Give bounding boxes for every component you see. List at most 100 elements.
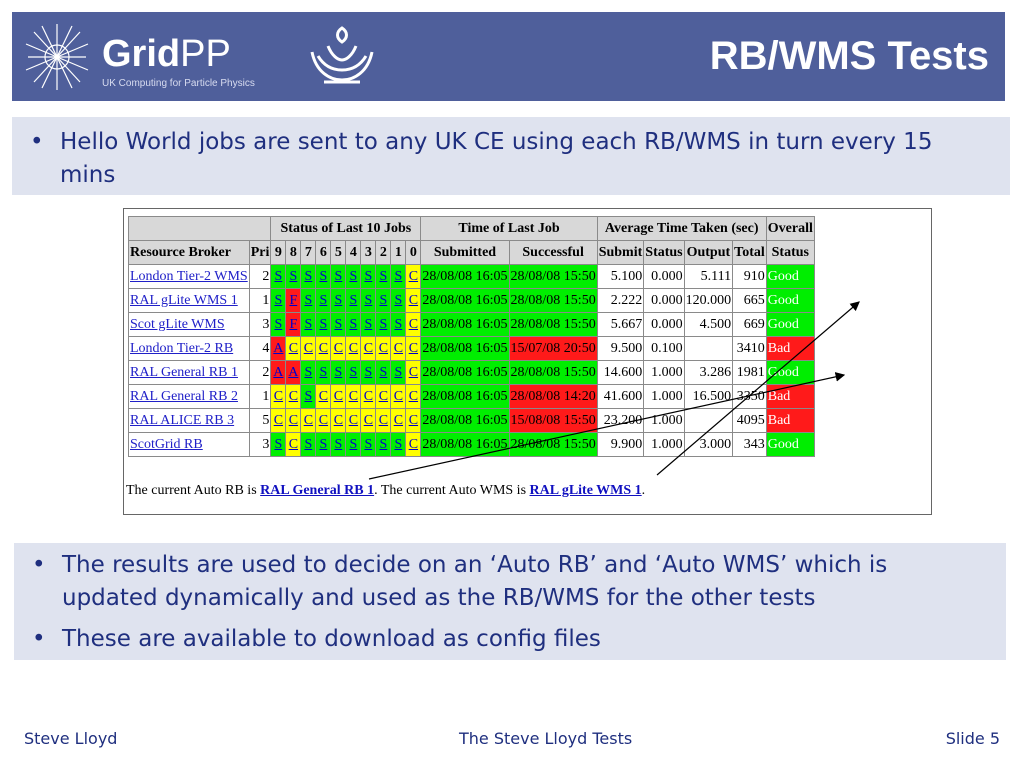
job-status-cell-text[interactable]: S	[379, 437, 387, 452]
job-status-cell-text[interactable]: S	[349, 293, 357, 308]
job-status-cell[interactable]: C	[345, 408, 362, 433]
job-status-cell[interactable]: C	[405, 360, 422, 385]
job-status-cell-text[interactable]: S	[289, 269, 297, 284]
job-status-cell[interactable]: S	[270, 288, 287, 313]
job-status-cell[interactable]: C	[360, 336, 377, 361]
job-status-cell-text[interactable]: S	[304, 317, 312, 332]
job-status-cell-text[interactable]: C	[409, 413, 418, 428]
job-status-cell-text[interactable]: S	[319, 317, 327, 332]
job-status-cell-text[interactable]: C	[364, 341, 373, 356]
job-status-cell-text[interactable]: S	[274, 317, 282, 332]
resource-broker-link[interactable]: Scot gLite WMS	[128, 312, 250, 337]
job-status-cell-text[interactable]: S	[304, 365, 312, 380]
resource-broker-link[interactable]: London Tier-2 RB	[128, 336, 250, 361]
job-status-cell-text[interactable]: C	[409, 389, 418, 404]
job-status-cell[interactable]: S	[270, 432, 287, 457]
job-status-cell[interactable]: S	[330, 312, 347, 337]
job-status-cell[interactable]: S	[390, 360, 407, 385]
job-status-cell-text[interactable]: C	[349, 413, 358, 428]
job-status-cell[interactable]: S	[270, 264, 287, 289]
job-status-cell[interactable]: C	[315, 336, 332, 361]
job-status-cell[interactable]: S	[345, 312, 362, 337]
job-status-cell[interactable]: S	[360, 432, 377, 457]
job-status-cell-text[interactable]: S	[334, 365, 342, 380]
job-status-cell[interactable]: S	[375, 264, 392, 289]
job-status-cell-text[interactable]: S	[364, 269, 372, 284]
job-status-cell-text[interactable]: S	[334, 317, 342, 332]
job-status-cell-text[interactable]: S	[394, 365, 402, 380]
job-status-cell-text[interactable]: S	[349, 437, 357, 452]
job-status-cell[interactable]: C	[390, 336, 407, 361]
job-status-cell[interactable]: S	[315, 264, 332, 289]
job-status-cell-text[interactable]: C	[274, 389, 283, 404]
job-status-cell[interactable]: A	[270, 360, 287, 385]
resource-broker-link-text[interactable]: Scot gLite WMS	[130, 317, 225, 332]
job-status-cell[interactable]: S	[270, 312, 287, 337]
resource-broker-link-text[interactable]: RAL gLite WMS 1	[130, 293, 238, 308]
auto-wms-link[interactable]: RAL gLite WMS 1	[530, 483, 642, 498]
job-status-cell[interactable]: A	[270, 336, 287, 361]
job-status-cell[interactable]: S	[300, 432, 317, 457]
job-status-cell[interactable]: S	[315, 360, 332, 385]
job-status-cell-text[interactable]: S	[364, 293, 372, 308]
job-status-cell-text[interactable]: C	[409, 293, 418, 308]
job-status-cell-text[interactable]: S	[394, 269, 402, 284]
job-status-cell[interactable]: S	[390, 264, 407, 289]
job-status-cell[interactable]: C	[285, 384, 302, 409]
job-status-cell-text[interactable]: S	[394, 317, 402, 332]
job-status-cell-text[interactable]: C	[304, 341, 313, 356]
job-status-cell[interactable]: C	[405, 264, 422, 289]
job-status-cell[interactable]: C	[345, 336, 362, 361]
job-status-cell[interactable]: C	[360, 384, 377, 409]
resource-broker-link[interactable]: RAL General RB 1	[128, 360, 250, 385]
job-status-cell[interactable]: C	[285, 336, 302, 361]
job-status-cell-text[interactable]: C	[349, 341, 358, 356]
job-status-cell[interactable]: C	[405, 288, 422, 313]
job-status-cell[interactable]: C	[270, 384, 287, 409]
resource-broker-link[interactable]: RAL ALICE RB 3	[128, 408, 250, 433]
job-status-cell-text[interactable]: C	[289, 341, 298, 356]
job-status-cell[interactable]: S	[300, 288, 317, 313]
job-status-cell-text[interactable]: C	[334, 389, 343, 404]
job-status-cell-text[interactable]: S	[379, 317, 387, 332]
job-status-cell-text[interactable]: S	[304, 389, 312, 404]
job-status-cell-text[interactable]: C	[379, 341, 388, 356]
job-status-cell-text[interactable]: S	[319, 365, 327, 380]
job-status-cell[interactable]: S	[375, 360, 392, 385]
job-status-cell[interactable]: S	[300, 264, 317, 289]
job-status-cell[interactable]: C	[360, 408, 377, 433]
resource-broker-link[interactable]: RAL General RB 2	[128, 384, 250, 409]
job-status-cell-text[interactable]: S	[334, 293, 342, 308]
job-status-cell-text[interactable]: C	[364, 413, 373, 428]
job-status-cell[interactable]: S	[330, 432, 347, 457]
job-status-cell-text[interactable]: F	[289, 317, 297, 332]
job-status-cell-text[interactable]: C	[379, 389, 388, 404]
job-status-cell-text[interactable]: S	[334, 437, 342, 452]
job-status-cell[interactable]: C	[285, 408, 302, 433]
job-status-cell[interactable]: C	[375, 336, 392, 361]
job-status-cell-text[interactable]: C	[304, 413, 313, 428]
job-status-cell-text[interactable]: S	[364, 365, 372, 380]
job-status-cell[interactable]: C	[330, 384, 347, 409]
job-status-cell[interactable]: S	[390, 432, 407, 457]
resource-broker-link[interactable]: ScotGrid RB	[128, 432, 250, 457]
job-status-cell[interactable]: S	[330, 360, 347, 385]
resource-broker-link[interactable]: London Tier-2 WMS	[128, 264, 250, 289]
job-status-cell-text[interactable]: C	[334, 341, 343, 356]
job-status-cell-text[interactable]: C	[409, 365, 418, 380]
job-status-cell-text[interactable]: C	[364, 389, 373, 404]
job-status-cell-text[interactable]: S	[274, 437, 282, 452]
job-status-cell-text[interactable]: C	[334, 413, 343, 428]
job-status-cell-text[interactable]: S	[349, 365, 357, 380]
job-status-cell[interactable]: S	[345, 360, 362, 385]
resource-broker-link-text[interactable]: ScotGrid RB	[130, 437, 203, 452]
job-status-cell-text[interactable]: C	[394, 389, 403, 404]
job-status-cell-text[interactable]: A	[273, 365, 283, 380]
job-status-cell-text[interactable]: C	[289, 389, 298, 404]
job-status-cell[interactable]: S	[345, 432, 362, 457]
job-status-cell[interactable]: C	[300, 336, 317, 361]
job-status-cell-text[interactable]: S	[394, 293, 402, 308]
job-status-cell[interactable]: S	[330, 264, 347, 289]
job-status-cell[interactable]: C	[405, 408, 422, 433]
job-status-cell-text[interactable]: C	[409, 341, 418, 356]
